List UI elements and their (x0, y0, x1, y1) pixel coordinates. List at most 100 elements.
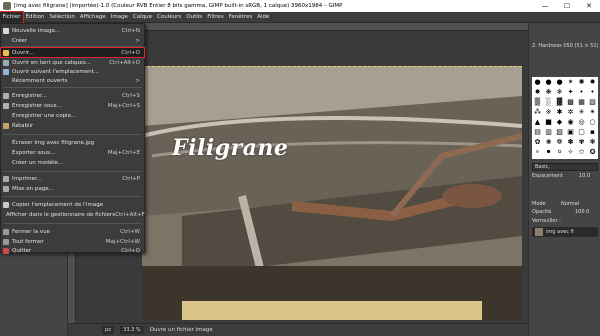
window-controls: — ☐ ✕ (534, 0, 600, 12)
brush-icon[interactable]: ✸ (532, 87, 543, 97)
spacing-value[interactable]: 10.0 (579, 173, 590, 179)
menu-item-save-as[interactable]: Enregistrer sous... Maj+Ctrl+S (1, 101, 144, 110)
brush-icon[interactable]: ⚬ (532, 147, 543, 157)
brush-icon[interactable]: ✦ (565, 87, 576, 97)
close-button[interactable]: ✕ (578, 0, 600, 12)
brush-icon[interactable]: ▢ (576, 127, 587, 137)
layer-boundary (142, 66, 522, 67)
menu-selection[interactable]: Sélection (47, 12, 77, 23)
menu-item-save[interactable]: Enregistrer... Ctrl+S (1, 91, 144, 100)
menu-image[interactable]: Image (108, 12, 130, 23)
menu-item-create[interactable]: Créer > (1, 36, 144, 45)
brush-icon[interactable]: ✧ (565, 147, 576, 157)
brush-icon[interactable]: ◎ (576, 117, 587, 127)
close-view-icon (3, 228, 9, 235)
menu-item-recent[interactable]: Récemment ouverts > (1, 76, 144, 85)
menu-item-new-image[interactable]: Nouvelle image... Ctrl+N (1, 26, 144, 35)
menu-item-export-as[interactable]: Exporter sous... Maj+Ctrl+E (1, 148, 144, 157)
unit-selector[interactable]: px (102, 326, 115, 334)
brush-icon[interactable]: ▨ (554, 127, 565, 137)
menu-item-open-location[interactable]: Ouvrir suivant l'emplacement... (1, 67, 144, 76)
menu-item-close-view[interactable]: Fermer la vue Ctrl+W (1, 227, 144, 236)
mode-select[interactable]: Normal (561, 201, 579, 207)
brush-icon[interactable]: ▧ (587, 97, 598, 107)
brush-icon[interactable]: ✲ (565, 107, 576, 117)
brush-icon[interactable]: ❃ (587, 137, 598, 147)
brush-icon[interactable]: ✩ (576, 147, 587, 157)
menu-item-quit[interactable]: Quitter Ctrl+Q (1, 246, 144, 255)
brush-icon[interactable]: ◉ (565, 117, 576, 127)
brush-icon[interactable]: ▥ (543, 127, 554, 137)
brush-icon[interactable]: ⚫ (543, 147, 554, 157)
brush-icon[interactable]: ※ (543, 107, 554, 117)
brush-icon[interactable]: ✳ (576, 107, 587, 117)
opacity-value[interactable]: 100.0 (575, 209, 589, 215)
menu-aide[interactable]: Aide (255, 12, 272, 23)
brush-icon[interactable]: ▩ (565, 97, 576, 107)
menu-item-show-in-file-manager[interactable]: Afficher dans le gestionnaire de fichier… (1, 210, 145, 219)
brush-icon[interactable]: ✹ (587, 77, 598, 87)
brush-icon[interactable]: • (576, 87, 587, 97)
brush-icon[interactable]: ✱ (554, 107, 565, 117)
maximize-button[interactable]: ☐ (556, 0, 578, 12)
brush-icon[interactable]: ■ (543, 117, 554, 127)
menu-edition[interactable]: Édition (23, 12, 47, 23)
brush-icon[interactable]: • (587, 87, 598, 97)
brush-icon[interactable]: ✪ (587, 147, 598, 157)
minimize-button[interactable]: — (534, 0, 556, 12)
menu-couleurs[interactable]: Couleurs (155, 12, 184, 23)
menu-item-close-all[interactable]: Tout fermer Maj+Ctrl+W (1, 237, 144, 246)
brush-icon[interactable]: ⚪ (554, 147, 565, 157)
brush-icon[interactable]: ░ (543, 97, 554, 107)
zoom-selector[interactable]: 33.3 % (120, 326, 144, 334)
menu-item-overwrite[interactable]: Écraser img avec filigrane.jpg (1, 138, 144, 147)
spacing-label: Espacement (532, 173, 563, 179)
brush-icon[interactable]: ◆ (554, 117, 565, 127)
menu-separator (3, 134, 142, 135)
menu-item-page-setup[interactable]: Mise en page... (1, 184, 144, 193)
menu-item-revert[interactable]: Rétablir (1, 121, 144, 130)
menu-item-save-copy[interactable]: Enregistrer une copie... (1, 111, 144, 120)
menu-fenetres[interactable]: Fenêtres (226, 12, 255, 23)
menu-item-open-as-layers[interactable]: Ouvrir en tant que calques... Ctrl+Alt+O (1, 58, 144, 67)
brush-icon[interactable]: ❁ (554, 137, 565, 147)
brush-icon[interactable]: ▲ (532, 117, 543, 127)
menu-affichage[interactable]: Affichage (77, 12, 108, 23)
brush-icon[interactable]: ⁂ (532, 107, 543, 117)
opacity-label: Opacité (532, 209, 552, 215)
menu-separator (3, 87, 142, 88)
brush-icon[interactable]: ❄ (554, 87, 565, 97)
brush-grid[interactable]: ● ● ● ✶ ✺ ✹ ✸ ❋ ❄ ✦ • • ▒ ░ ▓ ▩ ▦ ▧ ⁂ ※ ✱ ✲ ✳ ✴ ▲ ■ ◆ ◉ ◎ ○ ▤ ▥ ▨ ▣ ▢… (532, 77, 598, 159)
brush-icon[interactable]: ▣ (565, 127, 576, 137)
menu-item-print[interactable]: Imprimer... Ctrl+P (1, 174, 144, 183)
brush-icon[interactable]: ● (543, 77, 554, 87)
brush-icon[interactable]: ▒ (532, 97, 543, 107)
menu-calque[interactable]: Calque (130, 12, 154, 23)
window-title: [img avec filigrane] (importée)-1.0 (Cou… (14, 3, 343, 9)
brush-icon[interactable]: ▦ (576, 97, 587, 107)
brush-icon[interactable]: ● (554, 77, 565, 87)
menu-item-create-template[interactable]: Créer un modèle... (1, 158, 144, 167)
brush-icon[interactable]: ✺ (576, 77, 587, 87)
brush-icon[interactable]: ○ (587, 117, 598, 127)
brush-icon[interactable]: ✾ (576, 137, 587, 147)
image-canvas[interactable] (142, 66, 522, 320)
brush-icon[interactable]: ✽ (565, 137, 576, 147)
brush-icon[interactable]: ❋ (543, 87, 554, 97)
brush-icon[interactable]: ▓ (554, 97, 565, 107)
brush-icon[interactable]: ✴ (587, 107, 598, 117)
menu-item-copy-location[interactable]: Copier l'emplacement de l'image (1, 200, 144, 209)
menu-fichier[interactable]: Fichier (0, 10, 24, 24)
menu-filtres[interactable]: Filtres (205, 12, 226, 23)
layer-row[interactable]: img avec fi (532, 227, 598, 237)
brush-icon[interactable]: ✿ (532, 137, 543, 147)
brush-icon[interactable]: ▪ (587, 127, 598, 137)
brush-preset-field[interactable]: Basic, (532, 163, 598, 171)
brush-icon[interactable]: ● (532, 77, 543, 87)
brush-icon[interactable]: ❀ (543, 137, 554, 147)
menu-item-open[interactable]: Ouvrir... Ctrl+O (0, 47, 145, 58)
blank-icon (3, 150, 9, 156)
menu-outils[interactable]: Outils (184, 12, 205, 23)
brush-icon[interactable]: ✶ (565, 77, 576, 87)
brush-icon[interactable]: ▤ (532, 127, 543, 137)
